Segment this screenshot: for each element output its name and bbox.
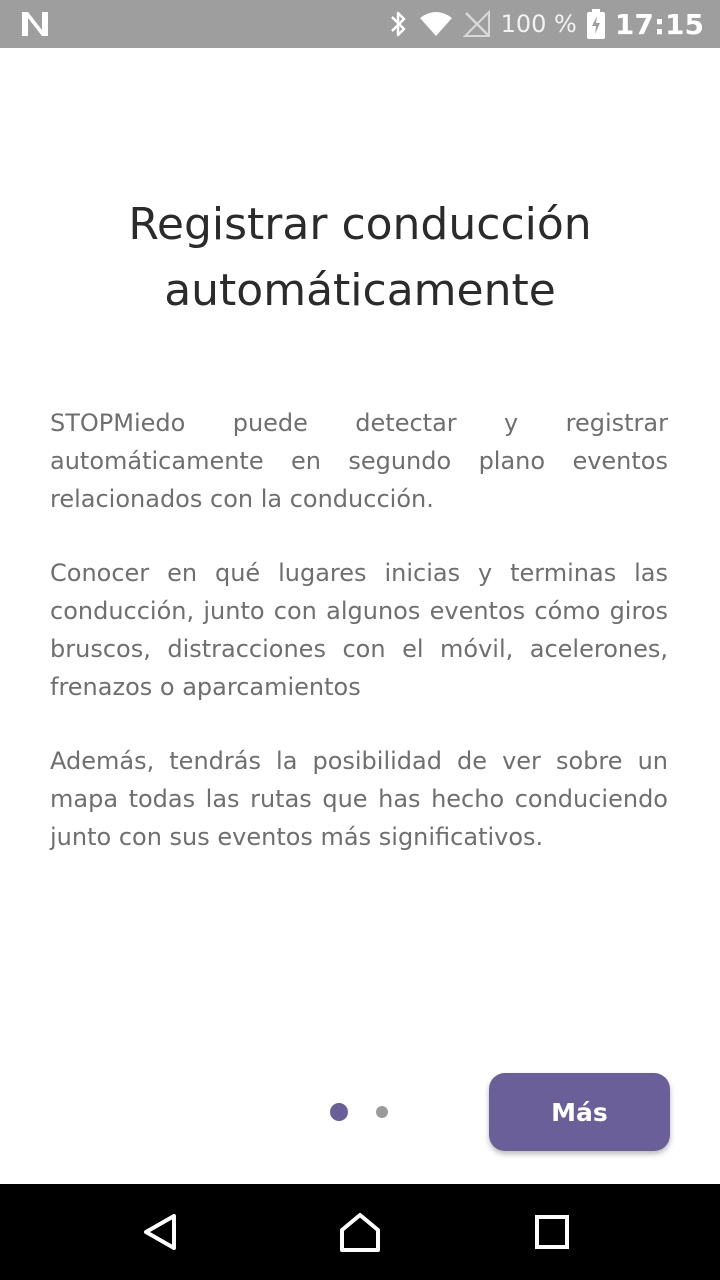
status-time: 17:15: [614, 7, 704, 41]
onboarding-title: Registrar conducción automáticamente: [60, 192, 660, 324]
title-line-1: Registrar conducción: [128, 199, 592, 250]
description-paragraph-1: STOPMiedo puede detectar y registrar aut…: [50, 409, 668, 513]
no-signal-icon: [462, 10, 491, 38]
recents-square-icon[interactable]: [524, 1204, 580, 1260]
home-icon[interactable]: [332, 1204, 388, 1260]
navigation-bar: [0, 1184, 720, 1280]
description-paragraph-3: Además, tendrás la posibilidad de ver so…: [50, 747, 668, 851]
title-line-2: automáticamente: [164, 265, 556, 316]
page-dot-active[interactable]: [330, 1103, 348, 1121]
description-paragraph-2: Conocer en qué lugares inicias y termina…: [50, 559, 668, 701]
battery-percent: 100 %: [500, 10, 577, 38]
back-triangle-icon[interactable]: [132, 1204, 188, 1260]
onboarding-screen: 100 % 17:15 Registrar conducción automát…: [0, 0, 720, 1280]
onboarding-description: STOPMiedo puede detectar y registrar aut…: [50, 404, 668, 892]
more-button[interactable]: Más: [489, 1073, 670, 1151]
battery-charging-icon: [586, 9, 605, 39]
status-bar: 100 % 17:15: [0, 0, 720, 48]
n-notification-icon: [20, 10, 50, 38]
bluetooth-icon: [387, 9, 409, 39]
page-dot-inactive[interactable]: [376, 1106, 388, 1118]
page-indicator: [330, 1103, 388, 1121]
wifi-icon: [419, 10, 453, 38]
